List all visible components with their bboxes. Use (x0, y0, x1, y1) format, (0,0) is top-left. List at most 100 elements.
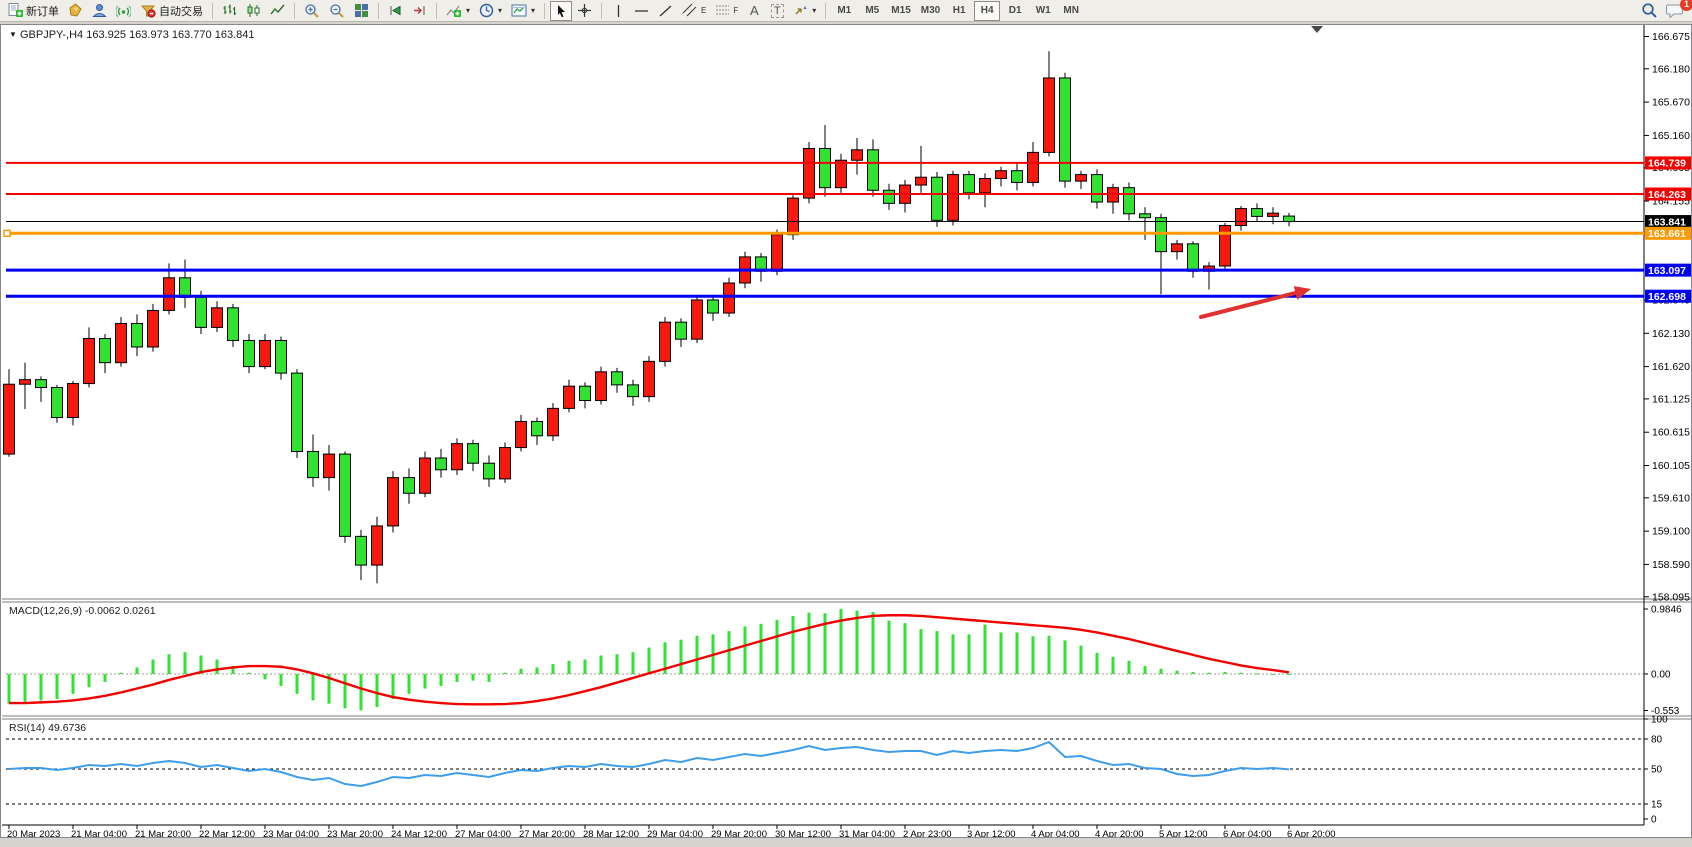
chat-button[interactable]: 1 (1662, 1, 1688, 21)
horizontal-line-button[interactable] (630, 1, 653, 21)
chart-shift-button[interactable] (408, 1, 431, 21)
tile-windows-button[interactable] (350, 1, 373, 21)
candle (292, 373, 303, 451)
equidistant-channel-button[interactable]: E (678, 1, 710, 21)
signal-button[interactable] (112, 1, 135, 21)
search-button[interactable] (1637, 1, 1662, 21)
new-order-button[interactable]: 新订单 (4, 1, 63, 21)
macd-histogram-bar (168, 654, 171, 674)
timeframe-button-M30[interactable]: M30 (917, 1, 944, 21)
candle (212, 308, 223, 328)
timeframe-button-M5[interactable]: M5 (859, 1, 885, 21)
bar-open-value: 163.925 (86, 29, 126, 41)
candle (1044, 78, 1055, 152)
chart-window[interactable]: ▼ GBPJPY-,H4 163.925 163.973 163.770 163… (0, 24, 1692, 838)
candlestick-button[interactable] (242, 1, 265, 21)
vertical-line-button[interactable] (607, 1, 629, 21)
macd-histogram-bar (584, 659, 587, 674)
macd-histogram-bar (104, 674, 107, 682)
candle (52, 387, 63, 417)
price-badge-label: 164.263 (1648, 189, 1686, 201)
candle (836, 160, 847, 187)
candle (1076, 175, 1087, 182)
macd-histogram-bar (184, 652, 187, 674)
price-axis-tick-label: 165.160 (1652, 130, 1690, 142)
symbol-period-label: GBPJPY-,H4 (20, 29, 83, 41)
price-axis-tick-label: 159.610 (1652, 492, 1690, 504)
zoom-in-button[interactable] (300, 1, 324, 21)
macd-histogram-bar (1032, 636, 1035, 674)
auto-trading-label: 自动交易 (159, 3, 203, 19)
candle (964, 175, 975, 193)
macd-histogram-bar (1048, 636, 1051, 674)
bar-chart-button[interactable] (218, 1, 241, 21)
price-axis-tick-label: 160.615 (1652, 427, 1690, 439)
candle (4, 384, 15, 454)
time-axis-label: 27 Mar 20:00 (519, 829, 575, 837)
zoom-out-button[interactable] (325, 1, 349, 21)
templates-button[interactable]: ▾ (507, 1, 539, 21)
timeframe-button-H1[interactable]: H1 (946, 1, 972, 21)
symbol-dropdown-icon[interactable]: ▼ (9, 30, 17, 39)
macd-histogram-bar (40, 674, 43, 700)
profile-button[interactable] (88, 1, 111, 21)
price-badge-label: 164.739 (1648, 158, 1686, 170)
toolbar-right-tools: 1 (1637, 1, 1688, 21)
macd-histogram-bar (136, 667, 139, 674)
macd-histogram-bar (88, 674, 91, 687)
time-axis-label: 27 Mar 04:00 (455, 829, 511, 837)
clock-icon (479, 3, 494, 18)
line-handle[interactable] (4, 230, 10, 236)
candlestick-icon (246, 3, 261, 18)
macd-histogram-bar (280, 674, 283, 686)
macd-histogram-bar (504, 673, 507, 674)
fibo-tag: F (733, 6, 738, 15)
text-label-button[interactable]: T (766, 1, 788, 21)
timeframe-button-MN[interactable]: MN (1058, 1, 1084, 21)
cursor-button[interactable] (550, 1, 572, 21)
auto-scroll-icon (388, 3, 403, 18)
price-badge-label: 163.097 (1648, 265, 1686, 277)
macd-histogram-bar (552, 664, 555, 674)
macd-histogram-bar (360, 674, 363, 710)
periods-button[interactable]: ▾ (475, 1, 506, 21)
macd-axis-label: 0.9846 (1651, 605, 1682, 616)
auto-trading-button[interactable]: 自动交易 (136, 1, 207, 21)
arrows-button[interactable]: ▾ (789, 1, 820, 21)
macd-histogram-bar (536, 667, 539, 674)
indicators-button[interactable]: ▾ (442, 1, 474, 21)
arrows-caret-icon: ▾ (812, 6, 816, 15)
timeframe-button-H4[interactable]: H4 (974, 1, 1000, 21)
fibonacci-button[interactable]: F (711, 1, 742, 21)
candle (724, 283, 735, 313)
macd-histogram-bar (856, 611, 859, 674)
macd-histogram-bar (968, 634, 971, 674)
crosshair-icon (577, 3, 592, 18)
candle (1252, 209, 1263, 217)
text-button[interactable]: A (743, 1, 765, 21)
timeframe-button-D1[interactable]: D1 (1002, 1, 1028, 21)
candle (276, 340, 287, 373)
chart-canvas[interactable]: 166.675166.180165.670165.160164.665164.1… (1, 25, 1691, 837)
timeframe-button-M1[interactable]: M1 (831, 1, 857, 21)
crosshair-button[interactable] (573, 1, 596, 21)
line-chart-button[interactable] (266, 1, 289, 21)
time-axis-label: 6 Apr 04:00 (1223, 829, 1272, 837)
toolbar-separator (378, 3, 379, 19)
candle (804, 148, 815, 198)
timeframe-button-M15[interactable]: M15 (887, 1, 914, 21)
new-order-icon (8, 3, 23, 18)
gold-seal-button[interactable] (64, 1, 87, 21)
price-axis-tick-label: 165.670 (1652, 97, 1690, 109)
auto-scroll-button[interactable] (384, 1, 407, 21)
trendline-button[interactable] (654, 1, 677, 21)
candle (596, 372, 607, 401)
candle (788, 198, 799, 235)
time-axis-label: 6 Apr 20:00 (1287, 829, 1336, 837)
timeframe-group: M1M5M15M30H1H4D1W1MN (831, 1, 1084, 21)
zoom-out-icon (329, 3, 345, 19)
macd-histogram-bar (24, 674, 27, 702)
candle (532, 421, 543, 435)
timeframe-button-W1[interactable]: W1 (1030, 1, 1056, 21)
bar-close-value: 163.841 (215, 29, 255, 41)
